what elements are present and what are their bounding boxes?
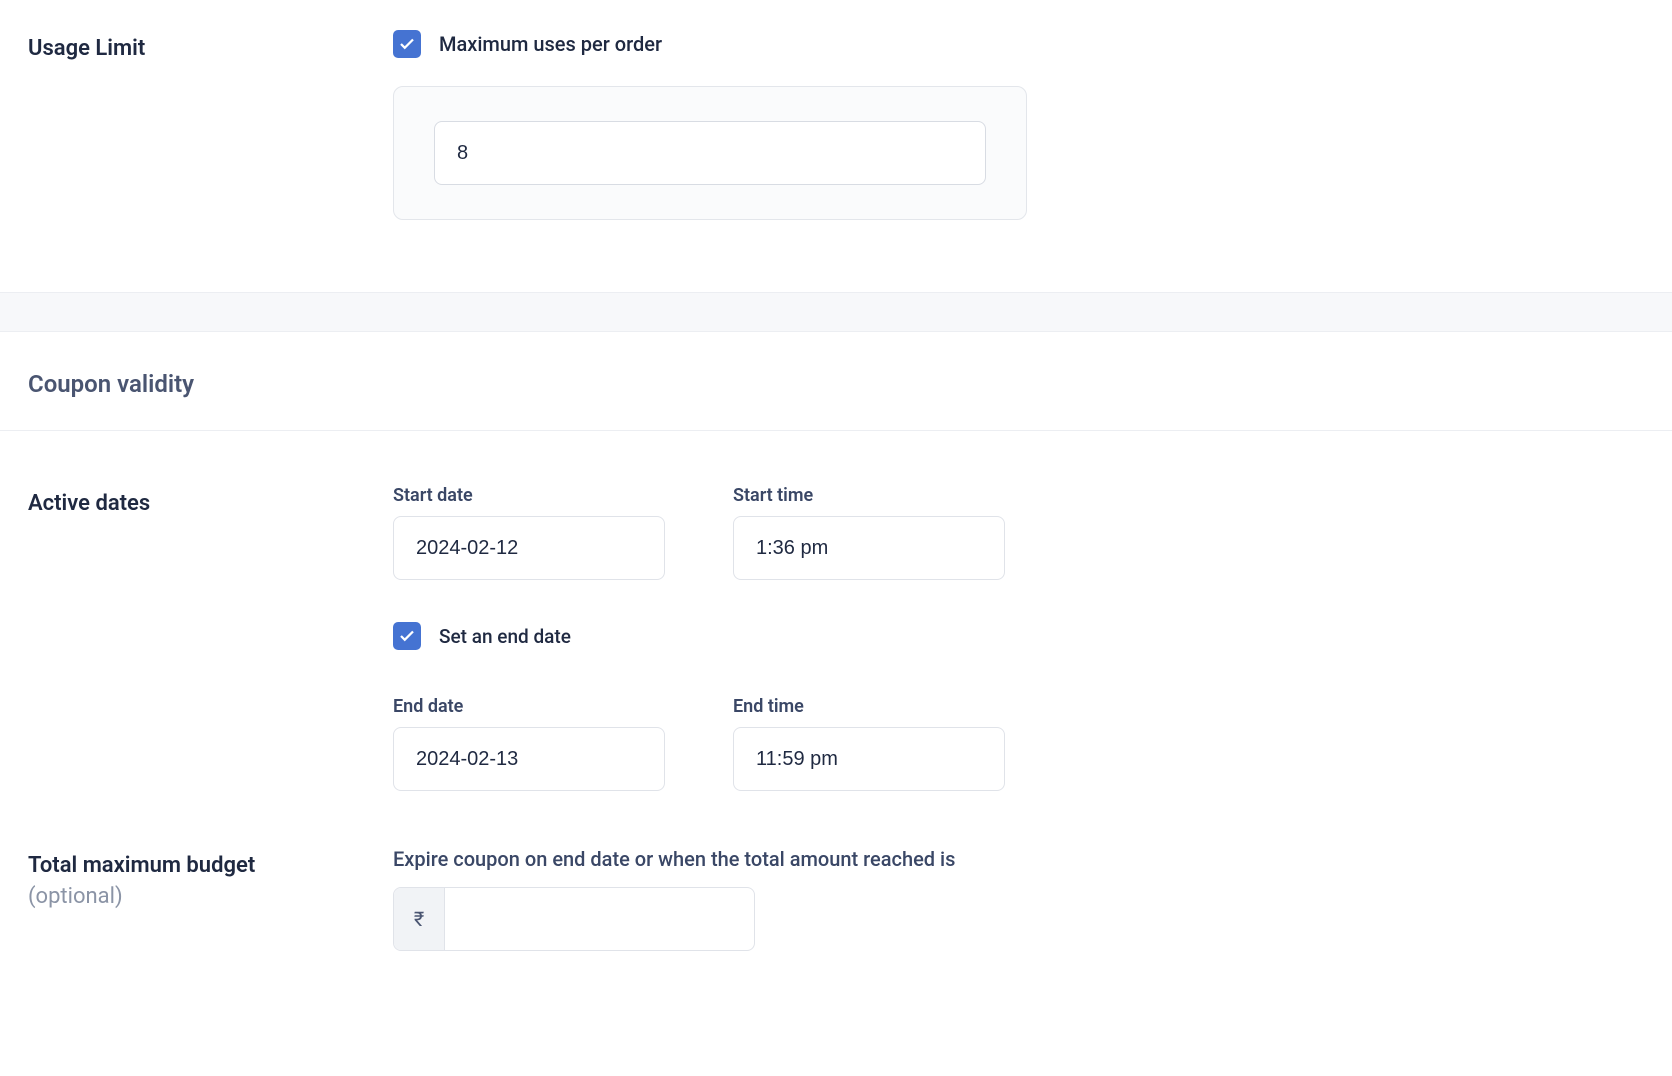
budget-amount-field[interactable]: ₹ bbox=[393, 887, 755, 951]
end-date-label: End date bbox=[393, 696, 665, 717]
end-date-input[interactable] bbox=[394, 728, 665, 790]
end-time-field[interactable] bbox=[733, 727, 1005, 791]
end-time-label: End time bbox=[733, 696, 1005, 717]
start-time-input[interactable] bbox=[734, 517, 1005, 579]
max-uses-input[interactable] bbox=[434, 121, 986, 185]
check-icon bbox=[398, 627, 416, 645]
usage-limit-label: Usage Limit bbox=[28, 34, 393, 65]
set-end-date-checkbox[interactable] bbox=[393, 622, 421, 650]
currency-symbol: ₹ bbox=[394, 888, 445, 950]
active-dates-label: Active dates bbox=[28, 489, 393, 520]
budget-amount-input[interactable] bbox=[445, 888, 754, 950]
section-separator bbox=[0, 292, 1672, 332]
set-end-date-label: Set an end date bbox=[439, 625, 571, 648]
check-icon bbox=[398, 35, 416, 53]
max-uses-box bbox=[393, 86, 1027, 220]
start-date-field[interactable] bbox=[393, 516, 665, 580]
total-budget-label: Total maximum budget bbox=[28, 851, 393, 882]
max-uses-checkbox[interactable] bbox=[393, 30, 421, 58]
end-time-input[interactable] bbox=[734, 728, 1005, 790]
max-uses-label: Maximum uses per order bbox=[439, 32, 662, 56]
coupon-validity-heading: Coupon validity bbox=[0, 332, 1672, 431]
start-time-label: Start time bbox=[733, 485, 1005, 506]
start-date-input[interactable] bbox=[394, 517, 665, 579]
end-date-field[interactable] bbox=[393, 727, 665, 791]
start-date-label: Start date bbox=[393, 485, 665, 506]
budget-description: Expire coupon on end date or when the to… bbox=[393, 847, 1644, 871]
total-budget-sublabel: (optional) bbox=[28, 882, 393, 913]
start-time-field[interactable] bbox=[733, 516, 1005, 580]
